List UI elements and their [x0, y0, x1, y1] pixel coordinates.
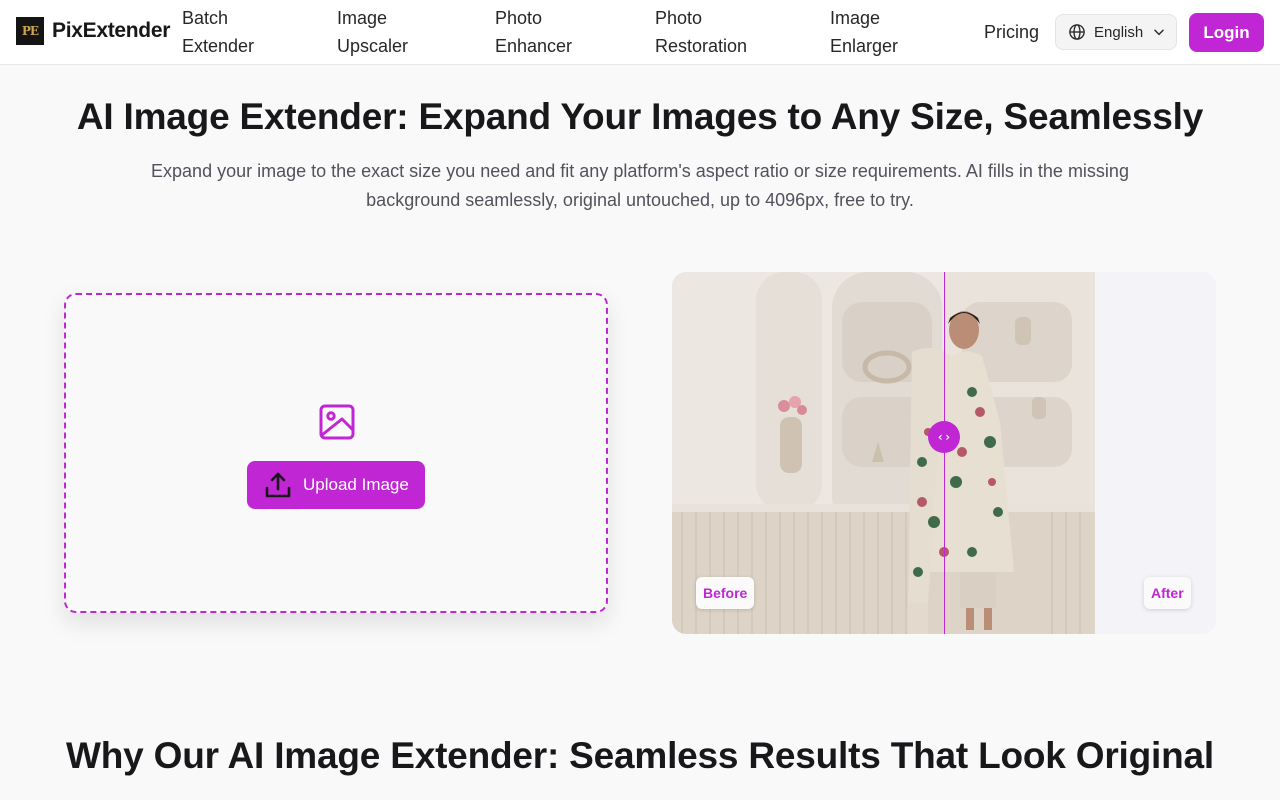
nav-batch-extender[interactable]: Batch Extender: [182, 4, 254, 60]
nav-label-line2: Upscaler: [337, 36, 409, 56]
brand-name: PixExtender: [52, 19, 171, 42]
upload-icon: [265, 472, 291, 498]
nav-pricing[interactable]: Pricing: [984, 18, 1039, 46]
hero-subtitle: Expand your image to the exact size you …: [151, 161, 1129, 210]
nav-image-enlarger[interactable]: Image Enlarger: [830, 4, 898, 60]
nav-label-line1: Batch: [182, 8, 229, 28]
nav-label-line2: Restoration: [655, 36, 748, 56]
nav-label-line1: Photo: [495, 8, 543, 28]
after-label: After: [1144, 577, 1191, 609]
comparison-divider[interactable]: [944, 272, 945, 634]
nav-label-line1: Image: [337, 8, 388, 28]
brand-logo[interactable]: PE PixExtender: [16, 17, 170, 45]
nav-label-line1: Image: [830, 8, 881, 28]
upload-button-label: Upload Image: [303, 475, 409, 494]
language-selector[interactable]: English: [1055, 14, 1177, 50]
section-title: Why Our AI Image Extender: Seamless Resu…: [66, 735, 1214, 776]
login-button[interactable]: Login: [1189, 13, 1264, 52]
image-icon: [319, 404, 355, 440]
nav-label-line2: Enlarger: [830, 36, 899, 56]
comparison-slider-handle[interactable]: ‹›: [928, 421, 960, 453]
nav-label-line1: Photo: [655, 8, 703, 28]
before-after-comparison[interactable]: ‹› Before After: [672, 272, 1216, 634]
hero-title: AI Image Extender: Expand Your Images to…: [76, 96, 1204, 137]
site-header: PE PixExtender Batch Extender Image Upsc…: [0, 0, 1280, 65]
nav-photo-restoration[interactable]: Photo Restoration: [655, 4, 747, 60]
nav-label-line2: Extender: [182, 36, 255, 56]
nav-image-upscaler[interactable]: Image Upscaler: [337, 4, 408, 60]
before-label: Before: [696, 577, 755, 609]
chevron-down-icon: [1154, 29, 1164, 36]
nav-photo-enhancer[interactable]: Photo Enhancer: [495, 4, 572, 60]
upload-image-button[interactable]: Upload Image: [247, 461, 425, 509]
globe-icon: [1069, 24, 1085, 40]
logo-mark: PE: [16, 17, 44, 45]
language-label: English: [1094, 23, 1144, 41]
nav-label-line2: Enhancer: [495, 36, 573, 56]
upload-dropzone[interactable]: Upload Image: [64, 293, 608, 613]
